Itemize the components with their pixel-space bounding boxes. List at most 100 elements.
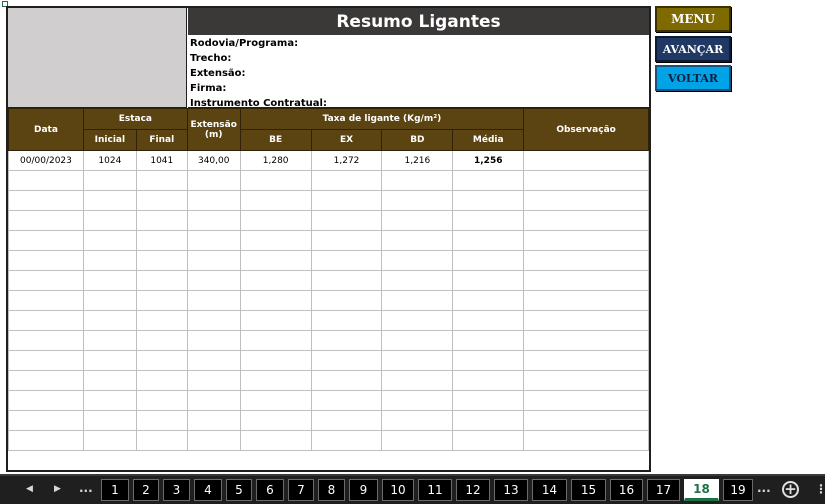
cell-bd[interactable] (381, 370, 454, 391)
cell-observacao[interactable] (523, 210, 649, 231)
avancar-button[interactable]: AVANÇAR (655, 36, 731, 62)
cell-ex[interactable] (310, 390, 383, 411)
cell-inicial[interactable] (82, 250, 137, 271)
cell-bd[interactable] (381, 330, 454, 351)
cell-final[interactable] (135, 290, 188, 311)
tab-sheet-18[interactable]: 18 (684, 479, 719, 501)
cell-be[interactable] (239, 250, 312, 271)
cell-final[interactable] (135, 270, 188, 291)
cell-data[interactable] (8, 310, 84, 331)
cell-extensao[interactable] (186, 410, 241, 431)
tab-sheet-4[interactable]: 4 (194, 479, 222, 501)
cell-be[interactable] (239, 410, 312, 431)
cell-inicial[interactable] (82, 370, 137, 391)
tab-sheet-9[interactable]: 9 (349, 479, 378, 501)
cell-data[interactable] (8, 210, 84, 231)
cell-be[interactable] (239, 430, 312, 451)
cell-data[interactable]: 00/00/2023 (8, 150, 84, 171)
cell-media[interactable] (452, 170, 525, 191)
tab-sheet-17[interactable]: 17 (647, 479, 680, 501)
cell-data[interactable] (8, 290, 84, 311)
cell-bd[interactable] (381, 250, 454, 271)
triangle-left-icon[interactable]: ◀ (26, 484, 33, 494)
cell-be[interactable] (239, 270, 312, 291)
cell-extensao[interactable] (186, 270, 241, 291)
tab-sheet-1[interactable]: 1 (101, 479, 129, 501)
cell-data[interactable] (8, 250, 84, 271)
cell-inicial[interactable] (82, 390, 137, 411)
cell-extensao[interactable] (186, 390, 241, 411)
cell-inicial[interactable] (82, 410, 137, 431)
cell-observacao[interactable] (523, 430, 649, 451)
cell-observacao[interactable] (523, 190, 649, 211)
tab-sheet-13[interactable]: 13 (494, 479, 528, 501)
cell-media[interactable] (452, 410, 525, 431)
tabs-overflow-right[interactable]: ... (757, 481, 771, 495)
cell-be[interactable] (239, 310, 312, 331)
cell-ex[interactable] (310, 250, 383, 271)
cell-bd[interactable]: 1,216 (381, 150, 454, 171)
cell-ex[interactable] (310, 190, 383, 211)
cell-be[interactable] (239, 170, 312, 191)
cell-ex[interactable] (310, 170, 383, 191)
cell-ex[interactable] (310, 370, 383, 391)
cell-bd[interactable] (381, 210, 454, 231)
tab-sheet-10[interactable]: 10 (382, 479, 414, 501)
cell-final[interactable]: 1041 (135, 150, 188, 171)
cell-extensao[interactable] (186, 370, 241, 391)
cell-ex[interactable]: 1,272 (310, 150, 383, 171)
voltar-button[interactable]: VOLTAR (655, 65, 731, 91)
triangle-right-icon[interactable]: ▶ (54, 484, 61, 494)
cell-bd[interactable] (381, 170, 454, 191)
cell-ex[interactable] (310, 350, 383, 371)
tab-sheet-15[interactable]: 15 (571, 479, 606, 501)
tab-sheet-16[interactable]: 16 (610, 479, 643, 501)
cell-ex[interactable] (310, 430, 383, 451)
tab-sheet-11[interactable]: 11 (418, 479, 452, 501)
cell-extensao[interactable] (186, 230, 241, 251)
cell-data[interactable] (8, 410, 84, 431)
cell-observacao[interactable] (523, 310, 649, 331)
cell-extensao[interactable] (186, 290, 241, 311)
cell-inicial[interactable] (82, 290, 137, 311)
cell-final[interactable] (135, 350, 188, 371)
cell-inicial[interactable] (82, 190, 137, 211)
cell-bd[interactable] (381, 430, 454, 451)
cell-ex[interactable] (310, 310, 383, 331)
cell-media[interactable] (452, 390, 525, 411)
cell-inicial[interactable] (82, 170, 137, 191)
cell-media[interactable] (452, 370, 525, 391)
cell-bd[interactable] (381, 190, 454, 211)
cell-media[interactable] (452, 270, 525, 291)
cell-data[interactable] (8, 190, 84, 211)
cell-data[interactable] (8, 230, 84, 251)
menu-button[interactable]: MENU (655, 6, 731, 32)
tab-sheet-6[interactable]: 6 (256, 479, 284, 501)
cell-observacao[interactable] (523, 170, 649, 191)
cell-extensao[interactable] (186, 210, 241, 231)
cell-final[interactable] (135, 390, 188, 411)
tab-sheet-2[interactable]: 2 (133, 479, 159, 501)
cell-extensao[interactable] (186, 170, 241, 191)
cell-final[interactable] (135, 190, 188, 211)
cell-inicial[interactable] (82, 230, 137, 251)
cell-be[interactable] (239, 330, 312, 351)
cell-observacao[interactable] (523, 150, 649, 171)
cell-inicial[interactable] (82, 350, 137, 371)
cell-observacao[interactable] (523, 350, 649, 371)
cell-media[interactable] (452, 330, 525, 351)
cell-be[interactable] (239, 210, 312, 231)
cell-observacao[interactable] (523, 250, 649, 271)
cell-be[interactable] (239, 350, 312, 371)
cell-bd[interactable] (381, 390, 454, 411)
cell-observacao[interactable] (523, 330, 649, 351)
cell-media[interactable] (452, 250, 525, 271)
cell-inicial[interactable] (82, 310, 137, 331)
cell-final[interactable] (135, 330, 188, 351)
cell-observacao[interactable] (523, 390, 649, 411)
cell-observacao[interactable] (523, 410, 649, 431)
cell-final[interactable] (135, 310, 188, 331)
cell-media[interactable]: 1,256 (452, 150, 525, 171)
tabs-overflow-left[interactable]: ... (79, 481, 93, 495)
cell-extensao[interactable]: 340,00 (186, 150, 241, 171)
